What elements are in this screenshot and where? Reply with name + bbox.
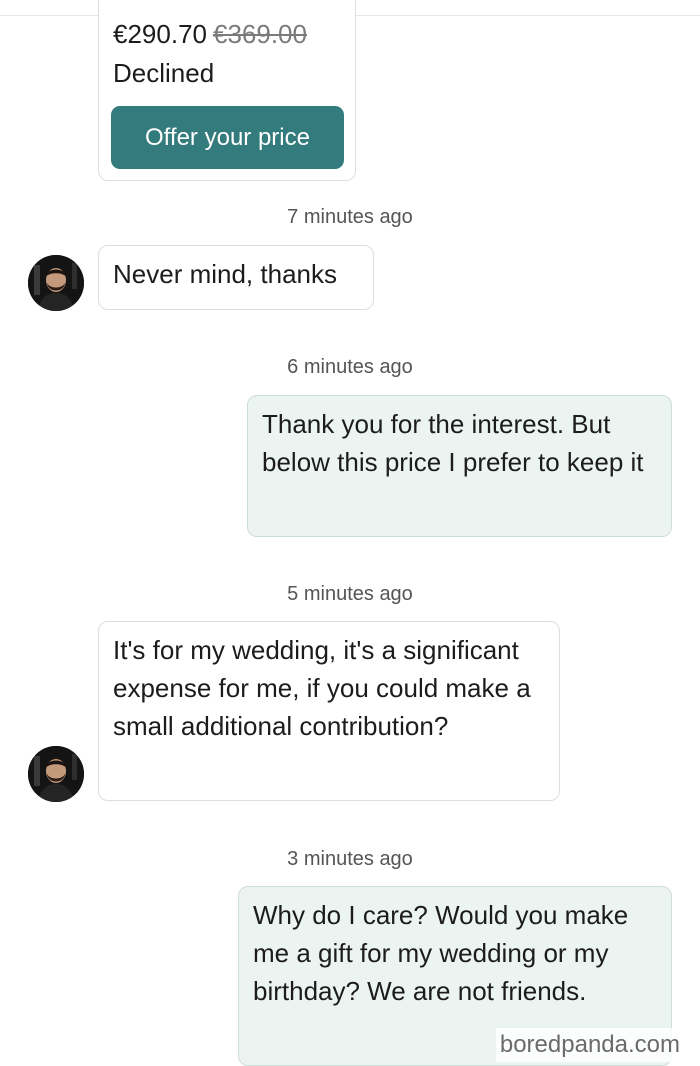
message-bubble-incoming: It's for my wedding, it's a significant …: [98, 621, 560, 801]
message-bubble-incoming: Never mind, thanks: [98, 245, 374, 310]
offer-price-current: €290.70: [113, 19, 207, 49]
user-avatar-icon: [28, 746, 84, 802]
message-text: Never mind, thanks: [113, 259, 337, 289]
message-timestamp: 5 minutes ago: [287, 583, 413, 605]
watermark: boredpanda.com: [495, 1028, 684, 1062]
user-avatar[interactable]: [28, 255, 84, 311]
user-avatar-icon: [28, 255, 84, 311]
offer-price-row: €290.70 €369.00: [113, 16, 307, 52]
message-bubble-outgoing: Thank you for the interest. But below th…: [247, 395, 672, 537]
offer-price-original: €369.00: [212, 19, 307, 49]
message-text: Thank you for the interest. But below th…: [262, 409, 644, 477]
message-text: Why do I care? Would you make me a gift …: [253, 900, 629, 1006]
message-text: It's for my wedding, it's a significant …: [113, 635, 531, 741]
offer-status: Declined: [113, 58, 215, 88]
message-timestamp: 7 minutes ago: [287, 206, 413, 228]
message-timestamp: 6 minutes ago: [287, 356, 413, 378]
offer-card: €290.70 €369.00 Declined Offer your price: [98, 0, 356, 181]
offer-your-price-button[interactable]: Offer your price: [111, 106, 344, 169]
message-timestamp: 3 minutes ago: [287, 848, 413, 870]
user-avatar[interactable]: [28, 746, 84, 802]
